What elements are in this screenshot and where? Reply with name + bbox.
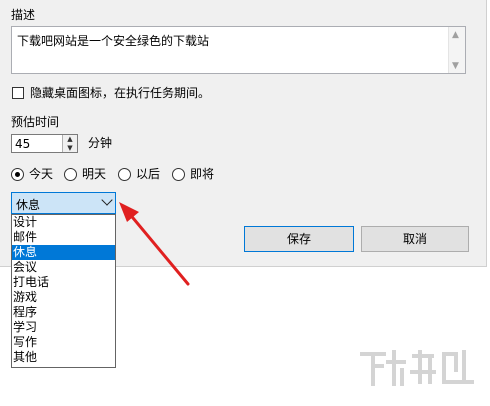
arrow-head-icon bbox=[119, 202, 139, 222]
watermark-logo-icon bbox=[360, 350, 474, 386]
arrow-shaft bbox=[126, 210, 190, 286]
